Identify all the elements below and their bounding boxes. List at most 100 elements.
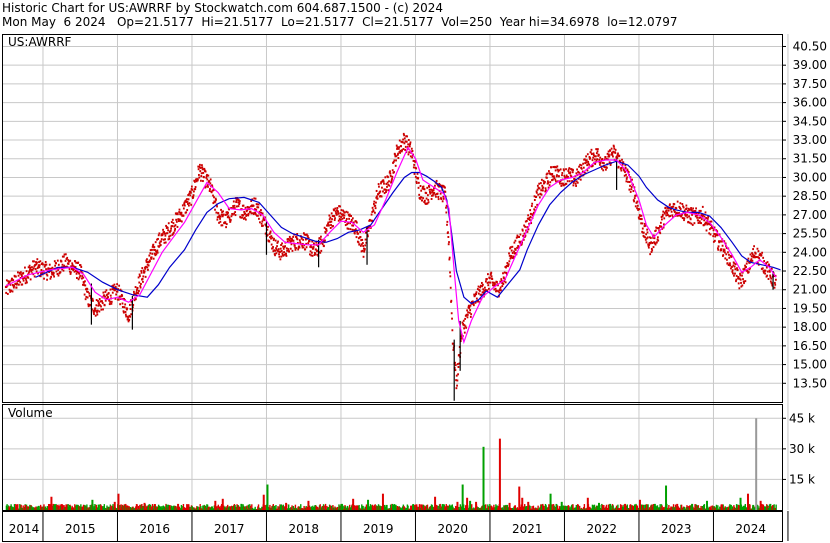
price-tick-mark (335, 213, 338, 216)
price-tick-mark (271, 236, 274, 239)
price-tick-mark (731, 269, 734, 272)
price-tick-mark (625, 173, 627, 176)
y-tick-label: 34.50 (793, 114, 827, 128)
price-tick-mark (97, 304, 100, 307)
price-tick-mark (84, 284, 87, 287)
price-tick-mark (426, 186, 429, 189)
price-tick-mark (391, 177, 393, 180)
price-tick-mark (735, 278, 738, 281)
price-tick-mark (450, 312, 453, 315)
price-tick-mark (466, 316, 469, 319)
price-tick-mark (194, 180, 196, 183)
price-tick-mark (178, 208, 181, 211)
price-tick-mark (353, 232, 356, 235)
price-tick-mark (136, 286, 139, 289)
volume-bar (527, 501, 530, 510)
price-tick-mark (389, 174, 392, 177)
price-tick-mark (280, 255, 283, 258)
price-tick-mark (334, 207, 337, 210)
price-tick-mark (45, 263, 48, 266)
price-tick-mark (304, 248, 307, 251)
volume-bar (665, 485, 668, 510)
price-tick-mark (774, 278, 777, 281)
volume-bar (19, 504, 21, 510)
price-tick-mark (257, 203, 260, 206)
price-tick-mark (629, 190, 632, 193)
price-tick-mark (729, 262, 731, 265)
price-tick-mark (609, 149, 612, 152)
price-tick-mark (182, 214, 185, 217)
price-tick-mark (446, 220, 449, 223)
price-tick-mark (504, 281, 507, 284)
price-tick-mark (732, 272, 734, 275)
price-tick-mark (417, 186, 420, 189)
price-tick-mark (757, 250, 760, 253)
price-tick-mark (116, 283, 119, 286)
price-tick-mark (430, 191, 432, 194)
price-tick-mark (137, 292, 140, 295)
price-tick-mark (242, 204, 245, 207)
price-tick-mark (712, 235, 715, 238)
price-tick-mark (489, 277, 491, 280)
price-tick-mark (215, 211, 218, 214)
price-tick-mark (107, 296, 109, 299)
price-tick-mark (292, 235, 295, 238)
price-tick-mark (38, 266, 41, 269)
price-tick-mark (330, 212, 333, 215)
price-tick-mark (5, 291, 8, 294)
price-tick-mark (208, 189, 211, 192)
volume-bar (177, 503, 180, 510)
volume-bar (262, 494, 265, 510)
price-tick-mark (544, 187, 547, 190)
price-tick-mark (375, 189, 378, 192)
price-tick-mark (347, 227, 350, 230)
price-tick-mark (214, 208, 216, 211)
volume-bar (518, 486, 521, 510)
price-tick-mark (11, 290, 14, 293)
price-tick-mark (86, 296, 89, 299)
price-tick-mark (32, 267, 35, 270)
price-tick-mark (569, 171, 572, 174)
volume-bar (638, 499, 641, 510)
price-tick-mark (744, 280, 747, 283)
grid-lines (2, 34, 789, 510)
price-tick-mark (484, 280, 487, 283)
price-tick-mark (22, 272, 25, 275)
price-tick-mark (510, 254, 513, 257)
price-tick-mark (657, 239, 660, 242)
price-tick-mark (355, 221, 358, 224)
price-tick-mark (614, 151, 617, 154)
price-tick-mark (419, 185, 422, 188)
price-tick-mark (609, 163, 612, 166)
price-tick-mark (674, 211, 676, 214)
volume-bar (385, 504, 388, 510)
price-tick-mark (413, 163, 416, 166)
price-tick-mark (260, 222, 263, 225)
volume-bar (647, 504, 649, 510)
price-tick-mark (357, 232, 360, 235)
price-tick-mark (229, 218, 232, 221)
price-tick-mark (572, 169, 574, 172)
price-tick-mark (109, 288, 112, 291)
price-tick-mark (500, 289, 502, 292)
price-tick-mark (96, 309, 99, 312)
price-tick-mark (683, 219, 685, 222)
price-tick-mark (288, 235, 291, 238)
price-tick-mark (374, 207, 377, 210)
price-tick-mark (703, 215, 706, 218)
price-tick-mark (233, 204, 236, 207)
price-tick-mark (405, 140, 408, 143)
price-tick-mark (337, 210, 339, 213)
price-tick-mark (285, 254, 288, 257)
price-tick-mark (758, 257, 761, 260)
price-tick-mark (616, 155, 618, 158)
y-tick-label: 33.00 (793, 133, 827, 147)
price-tick-mark (143, 270, 146, 273)
price-tick-mark (449, 275, 452, 278)
price-tick-mark (743, 282, 745, 285)
price-tick-mark (590, 148, 593, 151)
price-layer (4, 132, 781, 401)
price-tick-mark (665, 214, 668, 217)
price-tick-mark (692, 207, 694, 210)
price-tick-mark (477, 292, 480, 295)
